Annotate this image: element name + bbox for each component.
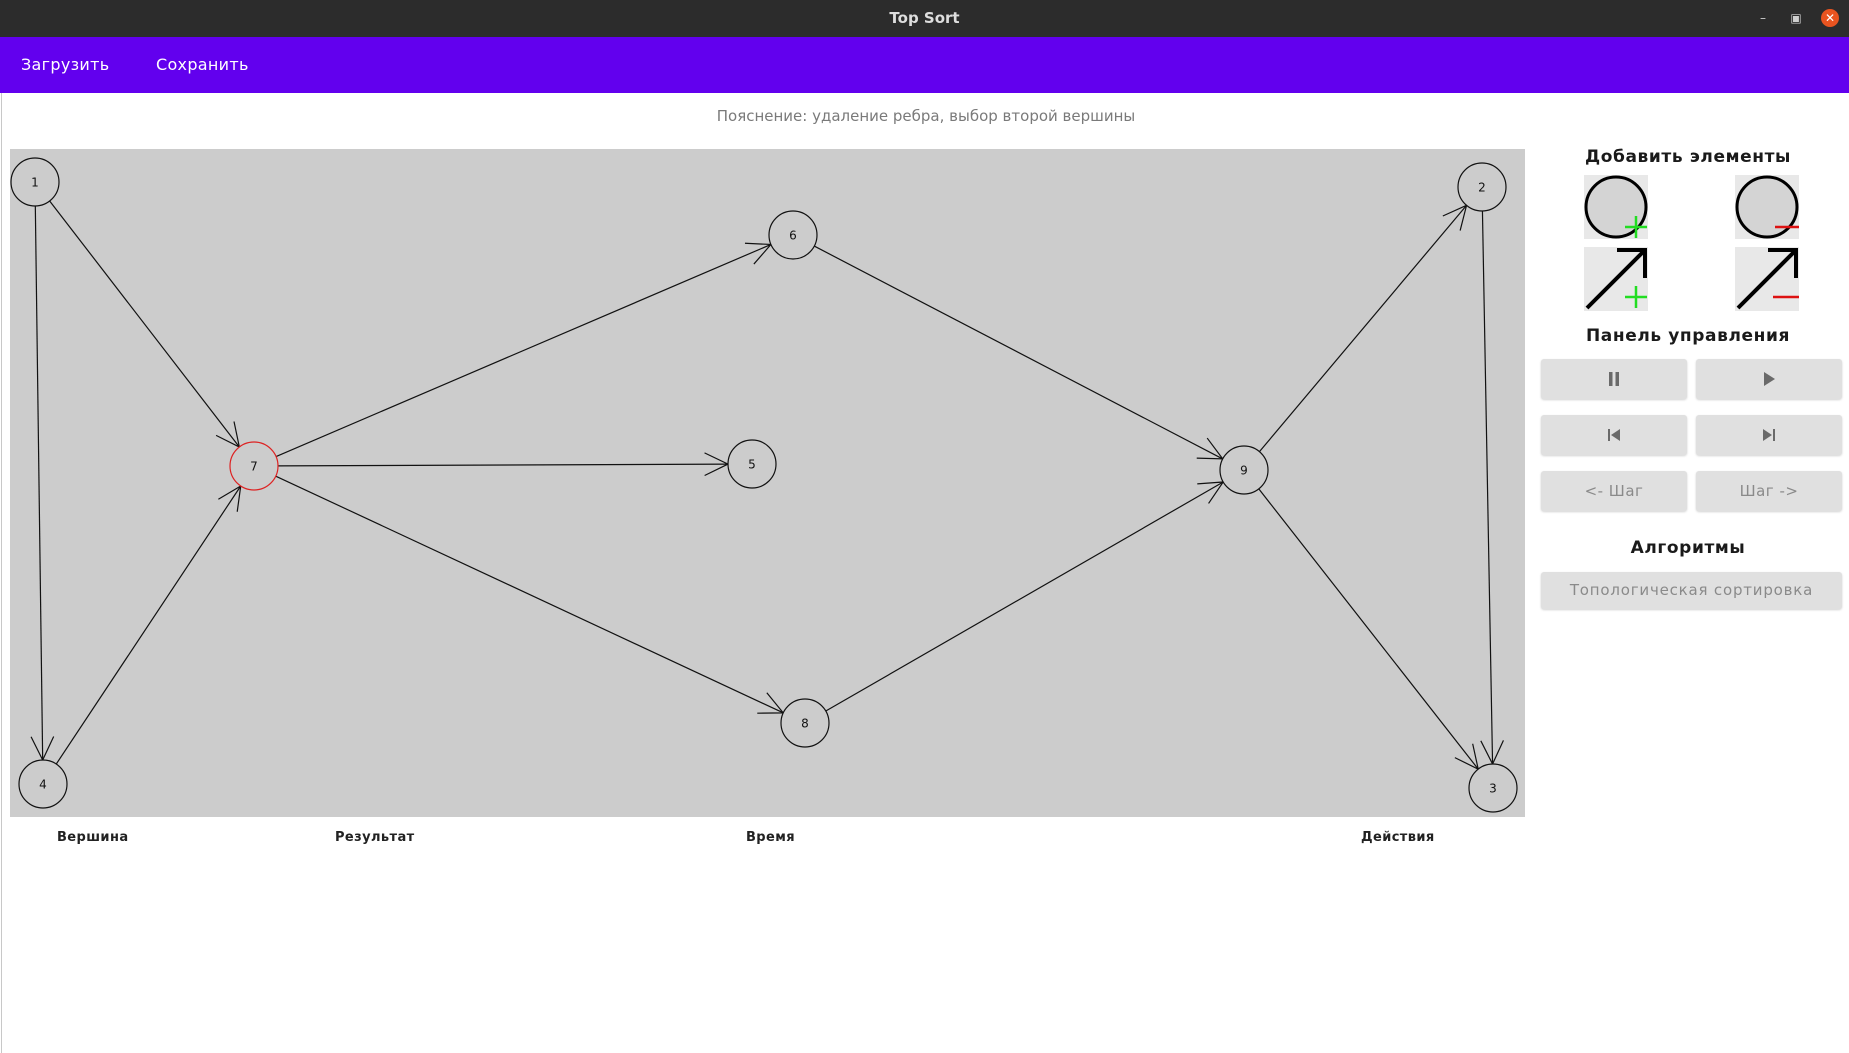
graph-edge-8-9[interactable] xyxy=(825,481,1225,712)
graph-vertex-4[interactable]: 4 xyxy=(18,759,68,809)
add-edge-button[interactable] xyxy=(1584,247,1648,311)
graph-vertex-8[interactable]: 8 xyxy=(780,698,830,748)
skip-back-icon xyxy=(1608,429,1620,441)
control-panel-title: Панель управления xyxy=(1585,326,1791,346)
vertex-label: 3 xyxy=(1489,782,1497,796)
topological-sort-button[interactable]: Топологическая сортировка xyxy=(1541,572,1842,609)
step-forward-button[interactable]: Шаг -> xyxy=(1696,471,1842,511)
vertex-label: 6 xyxy=(789,229,797,243)
save-button[interactable]: Сохранить xyxy=(156,37,249,93)
graph-vertex-6[interactable]: 6 xyxy=(768,210,818,260)
header-actions: Действия xyxy=(1361,830,1435,845)
remove-vertex-button[interactable] xyxy=(1735,175,1799,239)
graph-edge-7-6[interactable] xyxy=(275,242,773,458)
graph-vertex-7[interactable]: 7 xyxy=(229,441,279,491)
graph-edge-9-3[interactable] xyxy=(1258,488,1480,771)
window-title: Top Sort xyxy=(889,9,960,27)
graph-vertex-9[interactable]: 9 xyxy=(1219,445,1269,495)
vertex-label: 4 xyxy=(39,778,47,792)
menu-bar: Загрузить Сохранить xyxy=(0,37,1849,93)
load-button[interactable]: Загрузить xyxy=(21,37,109,93)
pause-button[interactable] xyxy=(1541,359,1687,399)
explanation-text: Пояснение: удаление ребра, выбор второй … xyxy=(716,107,1136,125)
header-result: Результат xyxy=(335,830,415,845)
header-time: Время xyxy=(746,830,796,845)
graph-edge-7-8[interactable] xyxy=(275,475,785,714)
window-titlebar: Top Sort – ▣ ✕ xyxy=(0,0,1849,37)
graph-vertex-3[interactable]: 3 xyxy=(1468,763,1518,813)
graph-vertex-5[interactable]: 5 xyxy=(727,439,777,489)
vertex-label: 7 xyxy=(250,460,258,474)
graph-canvas[interactable]: 1 2 3 4 5 6 7 8 9 xyxy=(10,149,1525,817)
play-button[interactable] xyxy=(1696,359,1842,399)
graph-edge-4-7[interactable] xyxy=(55,484,242,765)
graph-edge-9-2[interactable] xyxy=(1258,204,1468,453)
graph-svg[interactable]: 1 2 3 4 5 6 7 8 9 xyxy=(10,149,1525,817)
play-icon xyxy=(1764,372,1775,386)
header-vertex: Вершина xyxy=(57,830,129,845)
add-elements-title: Добавить элементы xyxy=(1584,147,1791,167)
graph-edge-2-3[interactable] xyxy=(1480,210,1504,766)
graph-vertex-1[interactable]: 1 xyxy=(10,157,60,207)
vertex-label: 1 xyxy=(31,176,39,190)
algorithms-title: Алгоритмы xyxy=(1630,538,1746,558)
maximize-icon[interactable]: ▣ xyxy=(1787,9,1805,27)
remove-edge-button[interactable] xyxy=(1735,247,1799,311)
graph-edge-6-9[interactable] xyxy=(814,245,1224,460)
graph-vertex-2[interactable]: 2 xyxy=(1457,162,1507,212)
minimize-icon[interactable]: – xyxy=(1754,9,1772,27)
arrow-plus-icon xyxy=(1585,248,1647,310)
skip-forward-icon xyxy=(1763,429,1775,441)
circle-plus-icon xyxy=(1584,175,1648,239)
step-back-button[interactable]: <- Шаг xyxy=(1541,471,1687,511)
add-vertex-button[interactable] xyxy=(1584,175,1648,239)
graph-edge-1-4[interactable] xyxy=(30,205,55,762)
pause-icon xyxy=(1609,372,1619,386)
app-body: Пояснение: удаление ребра, выбор второй … xyxy=(1,93,1849,1053)
vertex-label: 5 xyxy=(748,458,756,472)
skip-to-end-button[interactable] xyxy=(1696,415,1842,455)
close-icon[interactable]: ✕ xyxy=(1821,9,1839,27)
skip-to-start-button[interactable] xyxy=(1541,415,1687,455)
circle-minus-icon xyxy=(1735,175,1799,239)
graph-edge-7-5[interactable] xyxy=(277,452,730,477)
arrow-minus-icon xyxy=(1736,248,1799,310)
graph-edge-1-7[interactable] xyxy=(49,200,241,449)
vertex-label: 2 xyxy=(1478,181,1486,195)
vertex-label: 8 xyxy=(801,717,809,731)
vertex-label: 9 xyxy=(1240,464,1248,478)
